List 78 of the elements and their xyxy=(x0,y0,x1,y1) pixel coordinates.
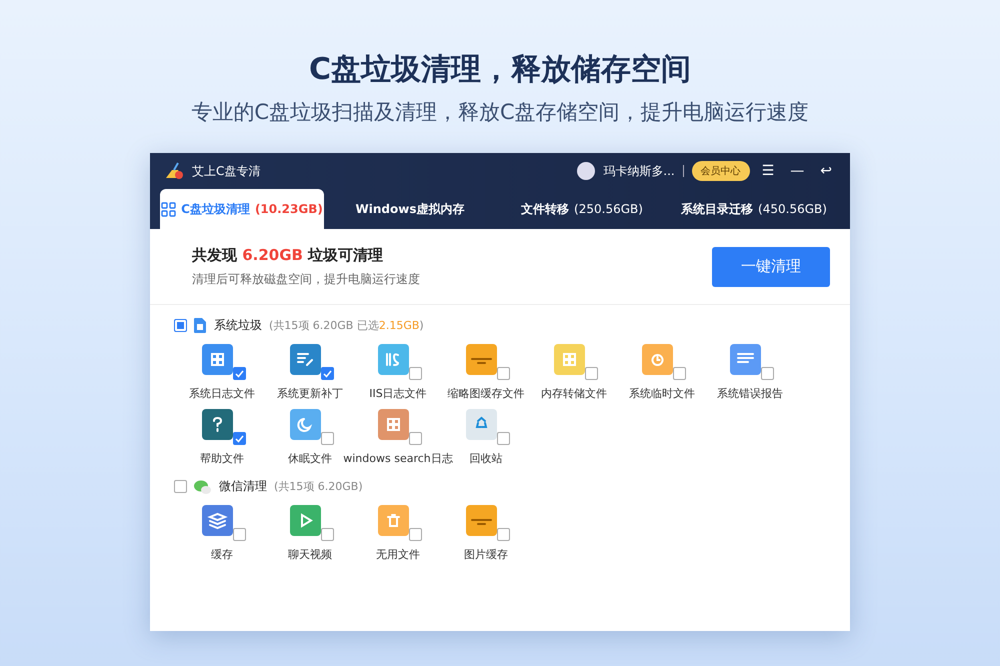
tab-label: C盘垃圾清理 xyxy=(181,200,250,218)
item-checkbox[interactable] xyxy=(321,367,334,380)
item-label: 系统更新补丁 xyxy=(277,386,343,401)
item-label: 帮助文件 xyxy=(200,451,244,466)
item-checkbox[interactable] xyxy=(409,432,422,445)
item-label: 系统日志文件 xyxy=(189,386,255,401)
item-label: 缩略图缓存文件 xyxy=(448,386,524,401)
item-label: 内存转储文件 xyxy=(541,386,607,401)
minimize-button[interactable]: — xyxy=(786,163,808,179)
user-name[interactable]: 玛卡纳斯多... xyxy=(603,162,675,180)
section-title: 系统垃圾 xyxy=(214,317,262,334)
item-checkbox[interactable] xyxy=(497,528,510,541)
chat-bubbles-icon xyxy=(194,480,211,494)
tab[interactable]: Windows虚拟内存 xyxy=(324,189,496,229)
item-checkbox[interactable] xyxy=(497,432,510,445)
item-label: 系统错误报告 xyxy=(717,386,783,401)
file-type-icon xyxy=(730,344,761,375)
file-type-icon xyxy=(378,409,409,440)
file-type-icon xyxy=(378,505,409,536)
file-type-icon xyxy=(642,344,673,375)
file-type-icon xyxy=(466,505,497,536)
tab[interactable]: 系统目录迁移 (450.56GB) xyxy=(668,189,840,229)
item-checkbox[interactable] xyxy=(409,528,422,541)
file-type-icon xyxy=(466,409,497,440)
tab[interactable]: 文件转移 (250.56GB) xyxy=(496,189,668,229)
tab-label: 系统目录迁移 xyxy=(681,200,754,218)
file-type-icon xyxy=(290,505,321,536)
item-label: 休眠文件 xyxy=(288,451,332,466)
tab[interactable]: C盘垃圾清理 (10.23GB) xyxy=(160,189,324,229)
item-label: 系统临时文件 xyxy=(629,386,695,401)
summary-note: 清理后可释放磁盘空间，提升电脑运行速度 xyxy=(192,270,420,288)
avatar-icon[interactable] xyxy=(577,162,596,180)
section-summary: (共15项 6.20GB 已选2.15GB) xyxy=(269,318,424,333)
file-type-icon xyxy=(202,409,233,440)
item-checkbox[interactable] xyxy=(761,367,774,380)
item-label: IIS日志文件 xyxy=(369,386,427,401)
item-label: 聊天视频 xyxy=(288,547,332,562)
file-type-icon xyxy=(378,344,409,375)
menu-button[interactable]: ☰ xyxy=(758,163,778,179)
back-button[interactable]: ↩ xyxy=(816,163,836,179)
summary-headline: 共发现 6.20GB 垃圾可清理 xyxy=(192,246,384,264)
item-checkbox[interactable] xyxy=(233,528,246,541)
item-label: 无用文件 xyxy=(376,547,420,562)
tab-label: 文件转移 xyxy=(521,200,570,218)
section-checkbox[interactable] xyxy=(174,319,187,332)
file-type-icon xyxy=(554,344,585,375)
item-checkbox[interactable] xyxy=(321,528,334,541)
item-label: 缓存 xyxy=(211,547,233,562)
window-title: 艾上C盘专清 xyxy=(192,162,260,180)
item-label: 回收站 xyxy=(470,451,502,466)
grid-icon xyxy=(161,202,176,216)
item-checkbox[interactable] xyxy=(585,367,598,380)
document-icon xyxy=(194,318,206,333)
vip-center-button[interactable]: 会员中心 xyxy=(692,161,750,181)
item-label: 图片缓存 xyxy=(464,547,508,562)
section-title: 微信清理 xyxy=(219,478,267,495)
item-checkbox[interactable] xyxy=(233,367,246,380)
section-summary: (共15项 6.20GB) xyxy=(274,479,363,494)
item-label: windows search日志 xyxy=(343,451,453,466)
file-type-icon xyxy=(466,344,497,375)
item-checkbox[interactable] xyxy=(673,367,686,380)
broom-logo-icon xyxy=(164,162,184,180)
section-checkbox[interactable] xyxy=(174,480,187,493)
file-type-icon xyxy=(202,344,233,375)
file-type-icon xyxy=(202,505,233,536)
hero-title: C盘垃圾清理，释放储存空间 xyxy=(308,51,692,89)
tab-size: (10.23GB) xyxy=(254,202,323,216)
clean-button[interactable]: 一键清理 xyxy=(712,246,830,286)
tab-label: Windows虚拟内存 xyxy=(356,200,464,218)
item-checkbox[interactable] xyxy=(409,367,422,380)
item-checkbox[interactable] xyxy=(497,367,510,380)
file-type-icon xyxy=(290,409,321,440)
item-checkbox[interactable] xyxy=(233,432,246,445)
file-type-icon xyxy=(290,344,321,375)
tab-size: (250.56GB) xyxy=(574,202,643,216)
hero-subtitle: 专业的C盘垃圾扫描及清理，释放C盘存储空间，提升电脑运行速度 xyxy=(191,99,809,126)
tab-size: (450.56GB) xyxy=(758,202,827,216)
item-checkbox[interactable] xyxy=(321,432,334,445)
